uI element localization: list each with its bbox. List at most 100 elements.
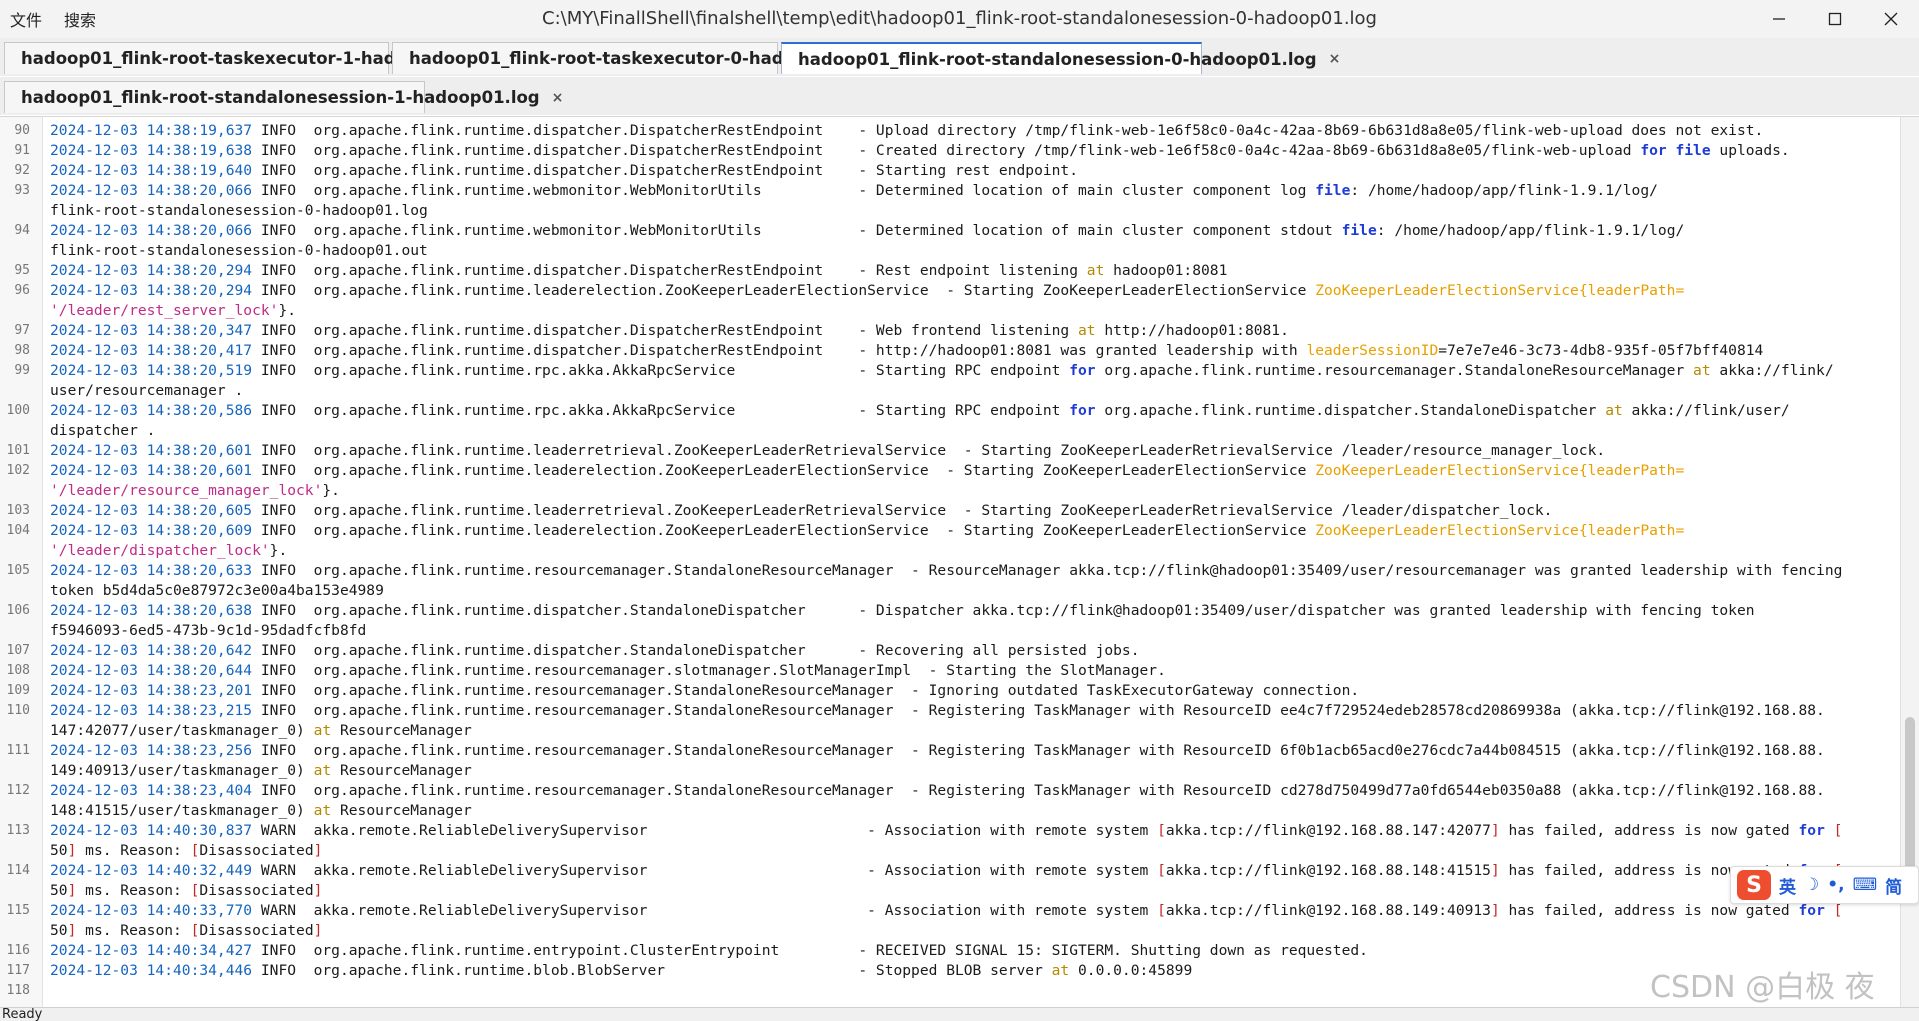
line-text[interactable]: flink-root-standalonesession-0-hadoop01.…	[50, 201, 428, 221]
line-text[interactable]: 2024-12-03 14:38:19,637 INFO org.apache.…	[50, 121, 1763, 141]
minimize-button[interactable]	[1751, 0, 1807, 38]
menu-search[interactable]: 搜索	[64, 7, 96, 31]
line-text[interactable]: f5946093-6ed5-473b-9c1d-95dadfcfb8fd	[50, 621, 366, 641]
line-text[interactable]: 2024-12-03 14:40:34,427 INFO org.apache.…	[50, 941, 1368, 961]
editor-line[interactable]: dispatcher .	[0, 421, 1900, 441]
line-text[interactable]: 2024-12-03 14:38:20,609 INFO org.apache.…	[50, 521, 1684, 541]
maximize-button[interactable]	[1807, 0, 1863, 38]
line-text[interactable]: 147:42077/user/taskmanager_0) at Resourc…	[50, 721, 472, 741]
editor-line[interactable]: 50] ms. Reason: [Disassociated]	[0, 921, 1900, 941]
line-text[interactable]: 2024-12-03 14:38:23,404 INFO org.apache.…	[50, 781, 1825, 801]
line-text[interactable]: 2024-12-03 14:38:19,638 INFO org.apache.…	[50, 141, 1790, 161]
line-text[interactable]: 149:40913/user/taskmanager_0) at Resourc…	[50, 761, 472, 781]
editor-line[interactable]: '/leader/rest_server_lock'}.	[0, 301, 1900, 321]
editor-line[interactable]: 111 2024-12-03 14:38:23,256 INFO org.apac…	[0, 741, 1900, 761]
sogou-logo-icon[interactable]: S	[1737, 870, 1771, 900]
editor-line[interactable]: 147:42077/user/taskmanager_0) at Resourc…	[0, 721, 1900, 741]
editor-line[interactable]: 149:40913/user/taskmanager_0) at Resourc…	[0, 761, 1900, 781]
ime-language[interactable]: 英	[1779, 873, 1796, 898]
editor-line[interactable]: 100 2024-12-03 14:38:20,586 INFO org.apac…	[0, 401, 1900, 421]
line-text[interactable]: 2024-12-03 14:38:23,215 INFO org.apache.…	[50, 701, 1825, 721]
editor-line[interactable]: 116 2024-12-03 14:40:34,427 INFO org.apac…	[0, 941, 1900, 961]
editor-line[interactable]: 96 2024-12-03 14:38:20,294 INFO org.apach…	[0, 281, 1900, 301]
moon-icon[interactable]: ☽	[1804, 875, 1819, 895]
line-text[interactable]: 2024-12-03 14:38:20,601 INFO org.apache.…	[50, 441, 1605, 461]
line-text[interactable]: 2024-12-03 14:40:30,837 WARN akka.remote…	[50, 821, 1842, 841]
line-text[interactable]: '/leader/rest_server_lock'}.	[50, 301, 296, 321]
close-button[interactable]	[1863, 0, 1919, 38]
line-text[interactable]: 50] ms. Reason: [Disassociated]	[50, 921, 322, 941]
line-text[interactable]: 2024-12-03 14:38:20,642 INFO org.apache.…	[50, 641, 1140, 661]
line-text[interactable]: 2024-12-03 14:38:20,638 INFO org.apache.…	[50, 601, 1755, 621]
editor-line[interactable]: user/resourcemanager .	[0, 381, 1900, 401]
tab-taskexecutor-1[interactable]: hadoop01_flink-root-taskexecutor-1-hadoo…	[4, 42, 512, 74]
line-text[interactable]: 50] ms. Reason: [Disassociated]	[50, 841, 322, 861]
editor-line[interactable]: 115 2024-12-03 14:40:33,770 WARN akka.rem…	[0, 901, 1900, 921]
line-text[interactable]: 2024-12-03 14:40:34,446 INFO org.apache.…	[50, 961, 1192, 981]
editor-line[interactable]: 50] ms. Reason: [Disassociated]	[0, 881, 1900, 901]
line-text[interactable]: 2024-12-03 14:38:20,633 INFO org.apache.…	[50, 561, 1842, 581]
ime-simplified[interactable]: 简	[1885, 873, 1902, 898]
menu-file[interactable]: 文件	[10, 7, 42, 31]
editor-line[interactable]: token b5d4da5c0e87972c3e00a4ba153e4989	[0, 581, 1900, 601]
punctuation-icon[interactable]: •,	[1827, 875, 1844, 895]
editor-line[interactable]: 110 2024-12-03 14:38:23,215 INFO org.apac…	[0, 701, 1900, 721]
line-text[interactable]: 50] ms. Reason: [Disassociated]	[50, 881, 322, 901]
editor-line[interactable]: 94 2024-12-03 14:38:20,066 INFO org.apach…	[0, 221, 1900, 241]
line-text[interactable]: '/leader/resource_manager_lock'}.	[50, 481, 340, 501]
line-text[interactable]: 2024-12-03 14:38:20,586 INFO org.apache.…	[50, 401, 1790, 421]
editor-line[interactable]: 118	[0, 981, 1900, 1001]
editor-line[interactable]: 103 2024-12-03 14:38:20,605 INFO org.apac…	[0, 501, 1900, 521]
line-text[interactable]: user/resourcemanager .	[50, 381, 243, 401]
tab-standalonesession-1[interactable]: hadoop01_flink-root-standalonesession-1-…	[4, 81, 563, 113]
line-text[interactable]: 2024-12-03 14:40:32,449 WARN akka.remote…	[50, 861, 1842, 881]
line-text[interactable]: '/leader/dispatcher_lock'}.	[50, 541, 287, 561]
editor-line[interactable]: 114 2024-12-03 14:40:32,449 WARN akka.rem…	[0, 861, 1900, 881]
editor-line[interactable]: 113 2024-12-03 14:40:30,837 WARN akka.rem…	[0, 821, 1900, 841]
editor-line[interactable]: flink-root-standalonesession-0-hadoop01.…	[0, 241, 1900, 261]
editor-line[interactable]: 93 2024-12-03 14:38:20,066 INFO org.apach…	[0, 181, 1900, 201]
tab-close-icon[interactable]: ×	[552, 90, 564, 106]
editor-line[interactable]: 106 2024-12-03 14:38:20,638 INFO org.apac…	[0, 601, 1900, 621]
editor-line[interactable]: 105 2024-12-03 14:38:20,633 INFO org.apac…	[0, 561, 1900, 581]
line-text[interactable]: flink-root-standalonesession-0-hadoop01.…	[50, 241, 428, 261]
tab-standalonesession-0[interactable]: hadoop01_flink-root-standalonesession-0-…	[781, 42, 1340, 74]
editor-line[interactable]: 99 2024-12-03 14:38:20,519 INFO org.apach…	[0, 361, 1900, 381]
tab-taskexecutor-0[interactable]: hadoop01_flink-root-taskexecutor-0-hadoo…	[392, 42, 900, 74]
line-text[interactable]: 2024-12-03 14:38:20,294 INFO org.apache.…	[50, 281, 1684, 301]
line-text[interactable]: 2024-12-03 14:38:20,644 INFO org.apache.…	[50, 661, 1166, 681]
editor-line[interactable]: 97 2024-12-03 14:38:20,347 INFO org.apach…	[0, 321, 1900, 341]
line-text[interactable]: 148:41515/user/taskmanager_0) at Resourc…	[50, 801, 472, 821]
editor-line[interactable]: f5946093-6ed5-473b-9c1d-95dadfcfb8fd	[0, 621, 1900, 641]
editor-line[interactable]: 104 2024-12-03 14:38:20,609 INFO org.apac…	[0, 521, 1900, 541]
line-text[interactable]: 2024-12-03 14:38:20,066 INFO org.apache.…	[50, 181, 1658, 201]
line-text[interactable]: 2024-12-03 14:38:23,256 INFO org.apache.…	[50, 741, 1825, 761]
scrollbar-thumb[interactable]	[1905, 717, 1915, 887]
keyboard-icon[interactable]: ⌨	[1853, 875, 1878, 895]
line-text[interactable]: 2024-12-03 14:38:20,605 INFO org.apache.…	[50, 501, 1552, 521]
text-editor[interactable]: 90 2024-12-03 14:38:19,637 INFO org.apach…	[0, 116, 1919, 1008]
editor-line[interactable]: flink-root-standalonesession-0-hadoop01.…	[0, 201, 1900, 221]
editor-line[interactable]: 112 2024-12-03 14:38:23,404 INFO org.apac…	[0, 781, 1900, 801]
editor-line[interactable]: 117 2024-12-03 14:40:34,446 INFO org.apac…	[0, 961, 1900, 981]
editor-line[interactable]: 101 2024-12-03 14:38:20,601 INFO org.apac…	[0, 441, 1900, 461]
editor-line[interactable]: 148:41515/user/taskmanager_0) at Resourc…	[0, 801, 1900, 821]
line-text[interactable]: 2024-12-03 14:38:20,066 INFO org.apache.…	[50, 221, 1684, 241]
line-text[interactable]: 2024-12-03 14:38:23,201 INFO org.apache.…	[50, 681, 1359, 701]
editor-line[interactable]: '/leader/dispatcher_lock'}.	[0, 541, 1900, 561]
line-text[interactable]: 2024-12-03 14:38:20,417 INFO org.apache.…	[50, 341, 1763, 361]
editor-line[interactable]: '/leader/resource_manager_lock'}.	[0, 481, 1900, 501]
editor-line[interactable]: 92 2024-12-03 14:38:19,640 INFO org.apach…	[0, 161, 1900, 181]
line-text[interactable]: 2024-12-03 14:38:20,347 INFO org.apache.…	[50, 321, 1289, 341]
editor-line[interactable]: 91 2024-12-03 14:38:19,638 INFO org.apach…	[0, 141, 1900, 161]
editor-line[interactable]: 98 2024-12-03 14:38:20,417 INFO org.apach…	[0, 341, 1900, 361]
editor-line[interactable]: 109 2024-12-03 14:38:23,201 INFO org.apac…	[0, 681, 1900, 701]
editor-lines[interactable]: 90 2024-12-03 14:38:19,637 INFO org.apach…	[0, 121, 1900, 1001]
line-text[interactable]: 2024-12-03 14:38:20,601 INFO org.apache.…	[50, 461, 1684, 481]
editor-line[interactable]: 107 2024-12-03 14:38:20,642 INFO org.apac…	[0, 641, 1900, 661]
line-text[interactable]: token b5d4da5c0e87972c3e00a4ba153e4989	[50, 581, 384, 601]
editor-line[interactable]: 102 2024-12-03 14:38:20,601 INFO org.apac…	[0, 461, 1900, 481]
line-text[interactable]: 2024-12-03 14:38:19,640 INFO org.apache.…	[50, 161, 1078, 181]
line-text[interactable]: dispatcher .	[50, 421, 155, 441]
editor-line[interactable]: 108 2024-12-03 14:38:20,644 INFO org.apac…	[0, 661, 1900, 681]
